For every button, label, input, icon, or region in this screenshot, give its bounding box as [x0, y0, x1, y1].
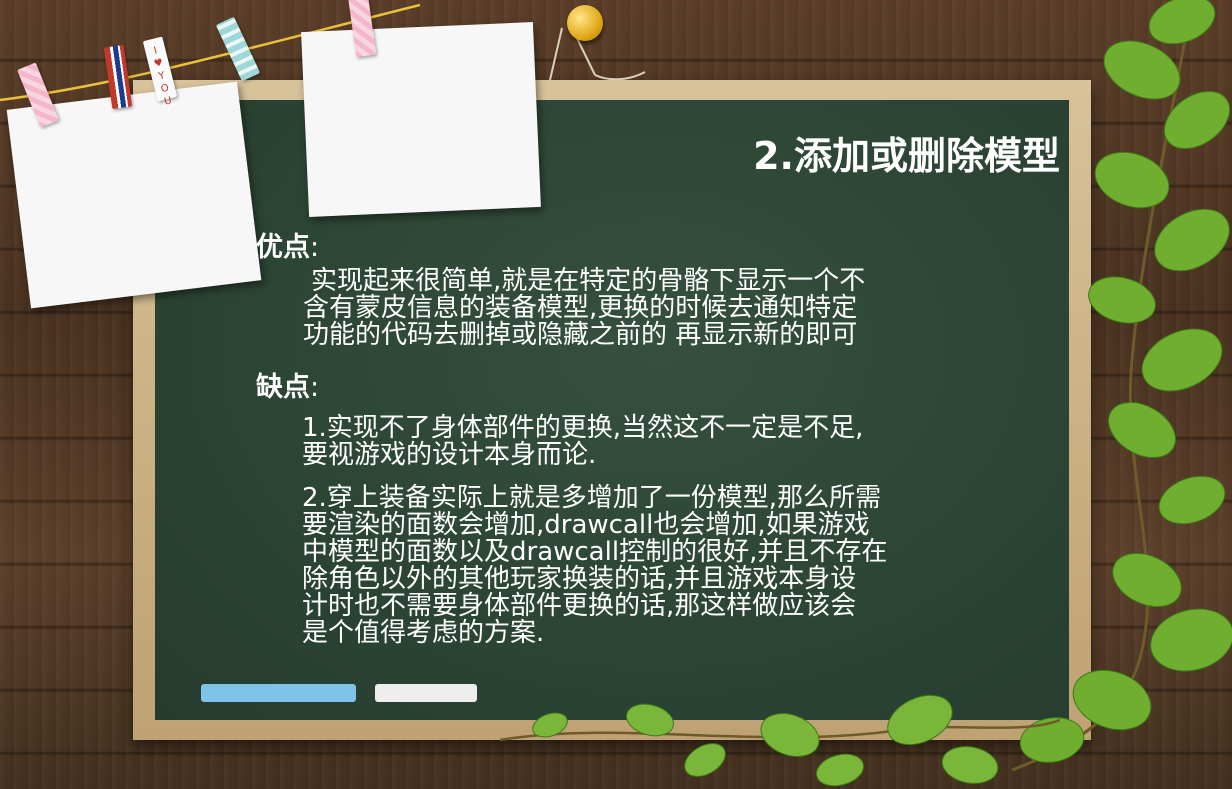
- cons-item-2: 2.穿上装备实际上就是多增加了一份模型,那么所需 要渲染的面数会增加,drawc…: [302, 485, 1042, 647]
- cons-colon: :: [310, 372, 320, 403]
- pushpin-icon: [567, 5, 603, 41]
- cons-item-2-line: 要渲染的面数会增加,drawcall也会增加,如果游戏: [302, 510, 870, 540]
- cons-item-2-line: 中模型的面数以及drawcall控制的很好,并且不存在: [302, 537, 888, 567]
- pros-label: 优点: [256, 232, 310, 263]
- white-chalk: [375, 684, 477, 702]
- pros-paragraph: 实现起来很简单,就是在特定的骨骼下显示一个不 含有蒙皮信息的装备模型,更换的时候…: [303, 268, 1023, 349]
- cons-item-1: 1.实现不了身体部件的更换,当然这不一定是不足, 要视游戏的设计本身而论.: [302, 415, 1042, 469]
- cons-item-1-line: 1.实现不了身体部件的更换,当然这不一定是不足,: [302, 413, 864, 443]
- cons-label: 缺点: [256, 372, 310, 403]
- pros-line: 含有蒙皮信息的装备模型,更换的时候去通知特定: [303, 293, 858, 323]
- bottom-leaves: [500, 694, 1060, 787]
- pros-colon: :: [310, 232, 320, 263]
- cons-item-2-line: 2.穿上装备实际上就是多增加了一份模型,那么所需: [302, 483, 882, 513]
- slide-title: 2.添加或删除模型: [753, 134, 1060, 178]
- pros-line: 功能的代码去删掉或隐藏之前的 再显示新的即可: [303, 320, 858, 350]
- blue-chalk: [201, 684, 356, 702]
- cons-item-2-line: 计时也不需要身体部件更换的话,那这样做应该会: [302, 591, 857, 621]
- vine-leaves: [1011, 0, 1232, 772]
- cons-item-2-line: 除角色以外的其他玩家换装的话,并且游戏本身设: [302, 564, 857, 594]
- pros-line-text: 实现起来很简单,就是在特定的骨骼下显示一个不: [311, 266, 866, 296]
- cons-item-2-line: 是个值得考虑的方案.: [302, 618, 545, 648]
- pros-heading: 优点:: [256, 231, 319, 265]
- blank-photo-right: [301, 22, 541, 217]
- pros-line: 实现起来很简单,就是在特定的骨骼下显示一个不: [303, 268, 1023, 295]
- cons-heading: 缺点:: [256, 371, 319, 405]
- cons-item-1-line: 要视游戏的设计本身而论.: [302, 440, 597, 470]
